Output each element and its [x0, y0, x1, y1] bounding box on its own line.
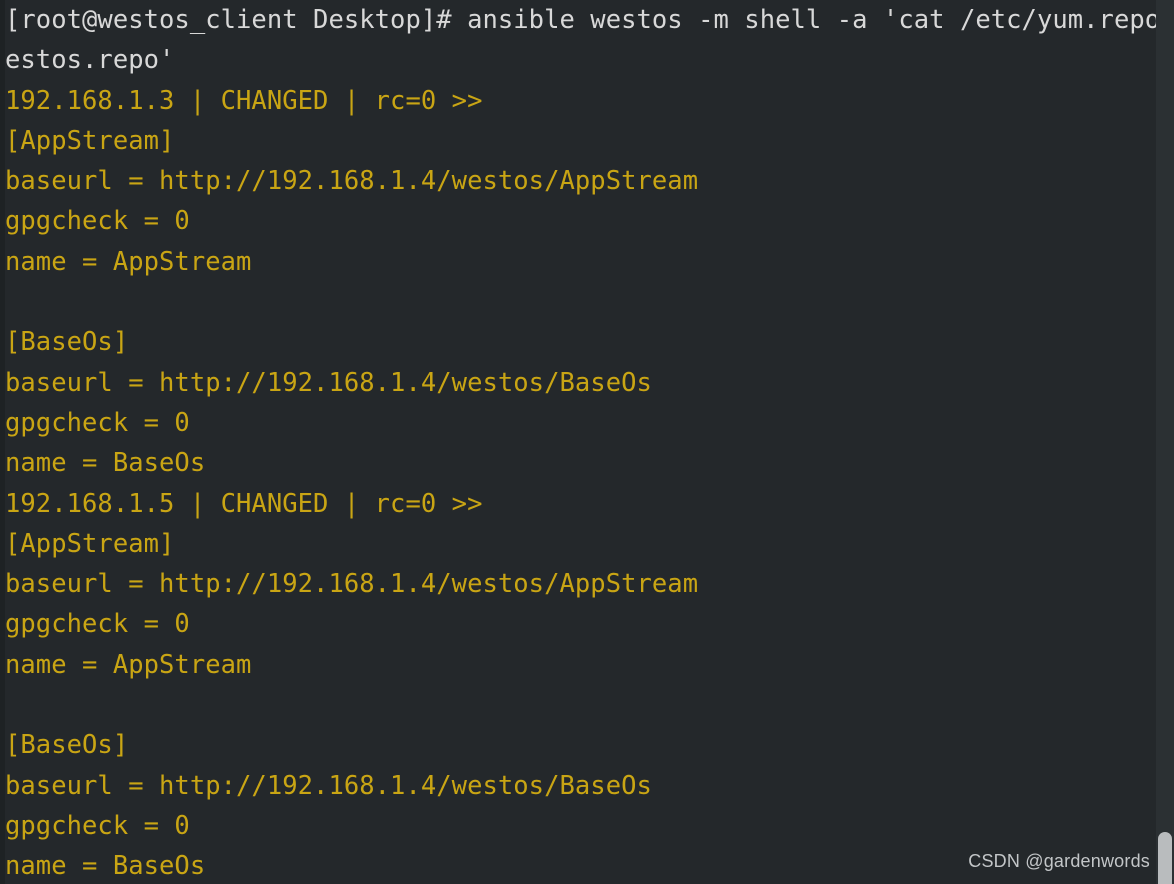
terminal-output-line: [BaseOs] [5, 730, 129, 761]
terminal-output-line: gpgcheck = 0 [5, 206, 190, 237]
terminal-output-line: gpgcheck = 0 [5, 407, 190, 438]
terminal-output-line: baseurl = http://192.168.1.4/westos/AppS… [5, 166, 699, 197]
terminal-output-line: [AppStream] [5, 125, 175, 156]
watermark-label: CSDN @gardenwords [968, 851, 1150, 871]
terminal-output-line: name = AppStream [5, 246, 252, 277]
terminal-output-line: baseurl = http://192.168.1.4/westos/Base… [5, 367, 652, 398]
vertical-scrollbar[interactable] [1156, 0, 1174, 884]
terminal-output-line: gpgcheck = 0 [5, 810, 190, 841]
terminal-output-line: baseurl = http://192.168.1.4/westos/AppS… [5, 569, 699, 600]
terminal-output-line: gpgcheck = 0 [5, 609, 190, 640]
terminal-output-line: name = BaseOs [5, 448, 206, 479]
terminal-prompt-line: [root@westos_client Desktop]# ansible we… [5, 5, 1160, 35]
terminal-screen[interactable]: [root@westos_client Desktop]# ansible we… [5, 0, 1160, 884]
terminal-output-line: name = AppStream [5, 649, 252, 680]
scrollbar-thumb[interactable] [1158, 832, 1172, 884]
terminal-output-line: [AppStream] [5, 528, 175, 559]
terminal-output-line: 192.168.1.3 | CHANGED | rc=0 >> [5, 85, 483, 116]
terminal-output-line: [BaseOs] [5, 327, 129, 358]
terminal-window[interactable]: [root@westos_client Desktop]# ansible we… [0, 0, 1174, 884]
terminal-prompt-line-wrapped: estos.repo' [5, 45, 175, 76]
terminal-output-line: 192.168.1.5 | CHANGED | rc=0 >> [5, 488, 483, 519]
terminal-output-line: baseurl = http://192.168.1.4/westos/Base… [5, 770, 652, 801]
